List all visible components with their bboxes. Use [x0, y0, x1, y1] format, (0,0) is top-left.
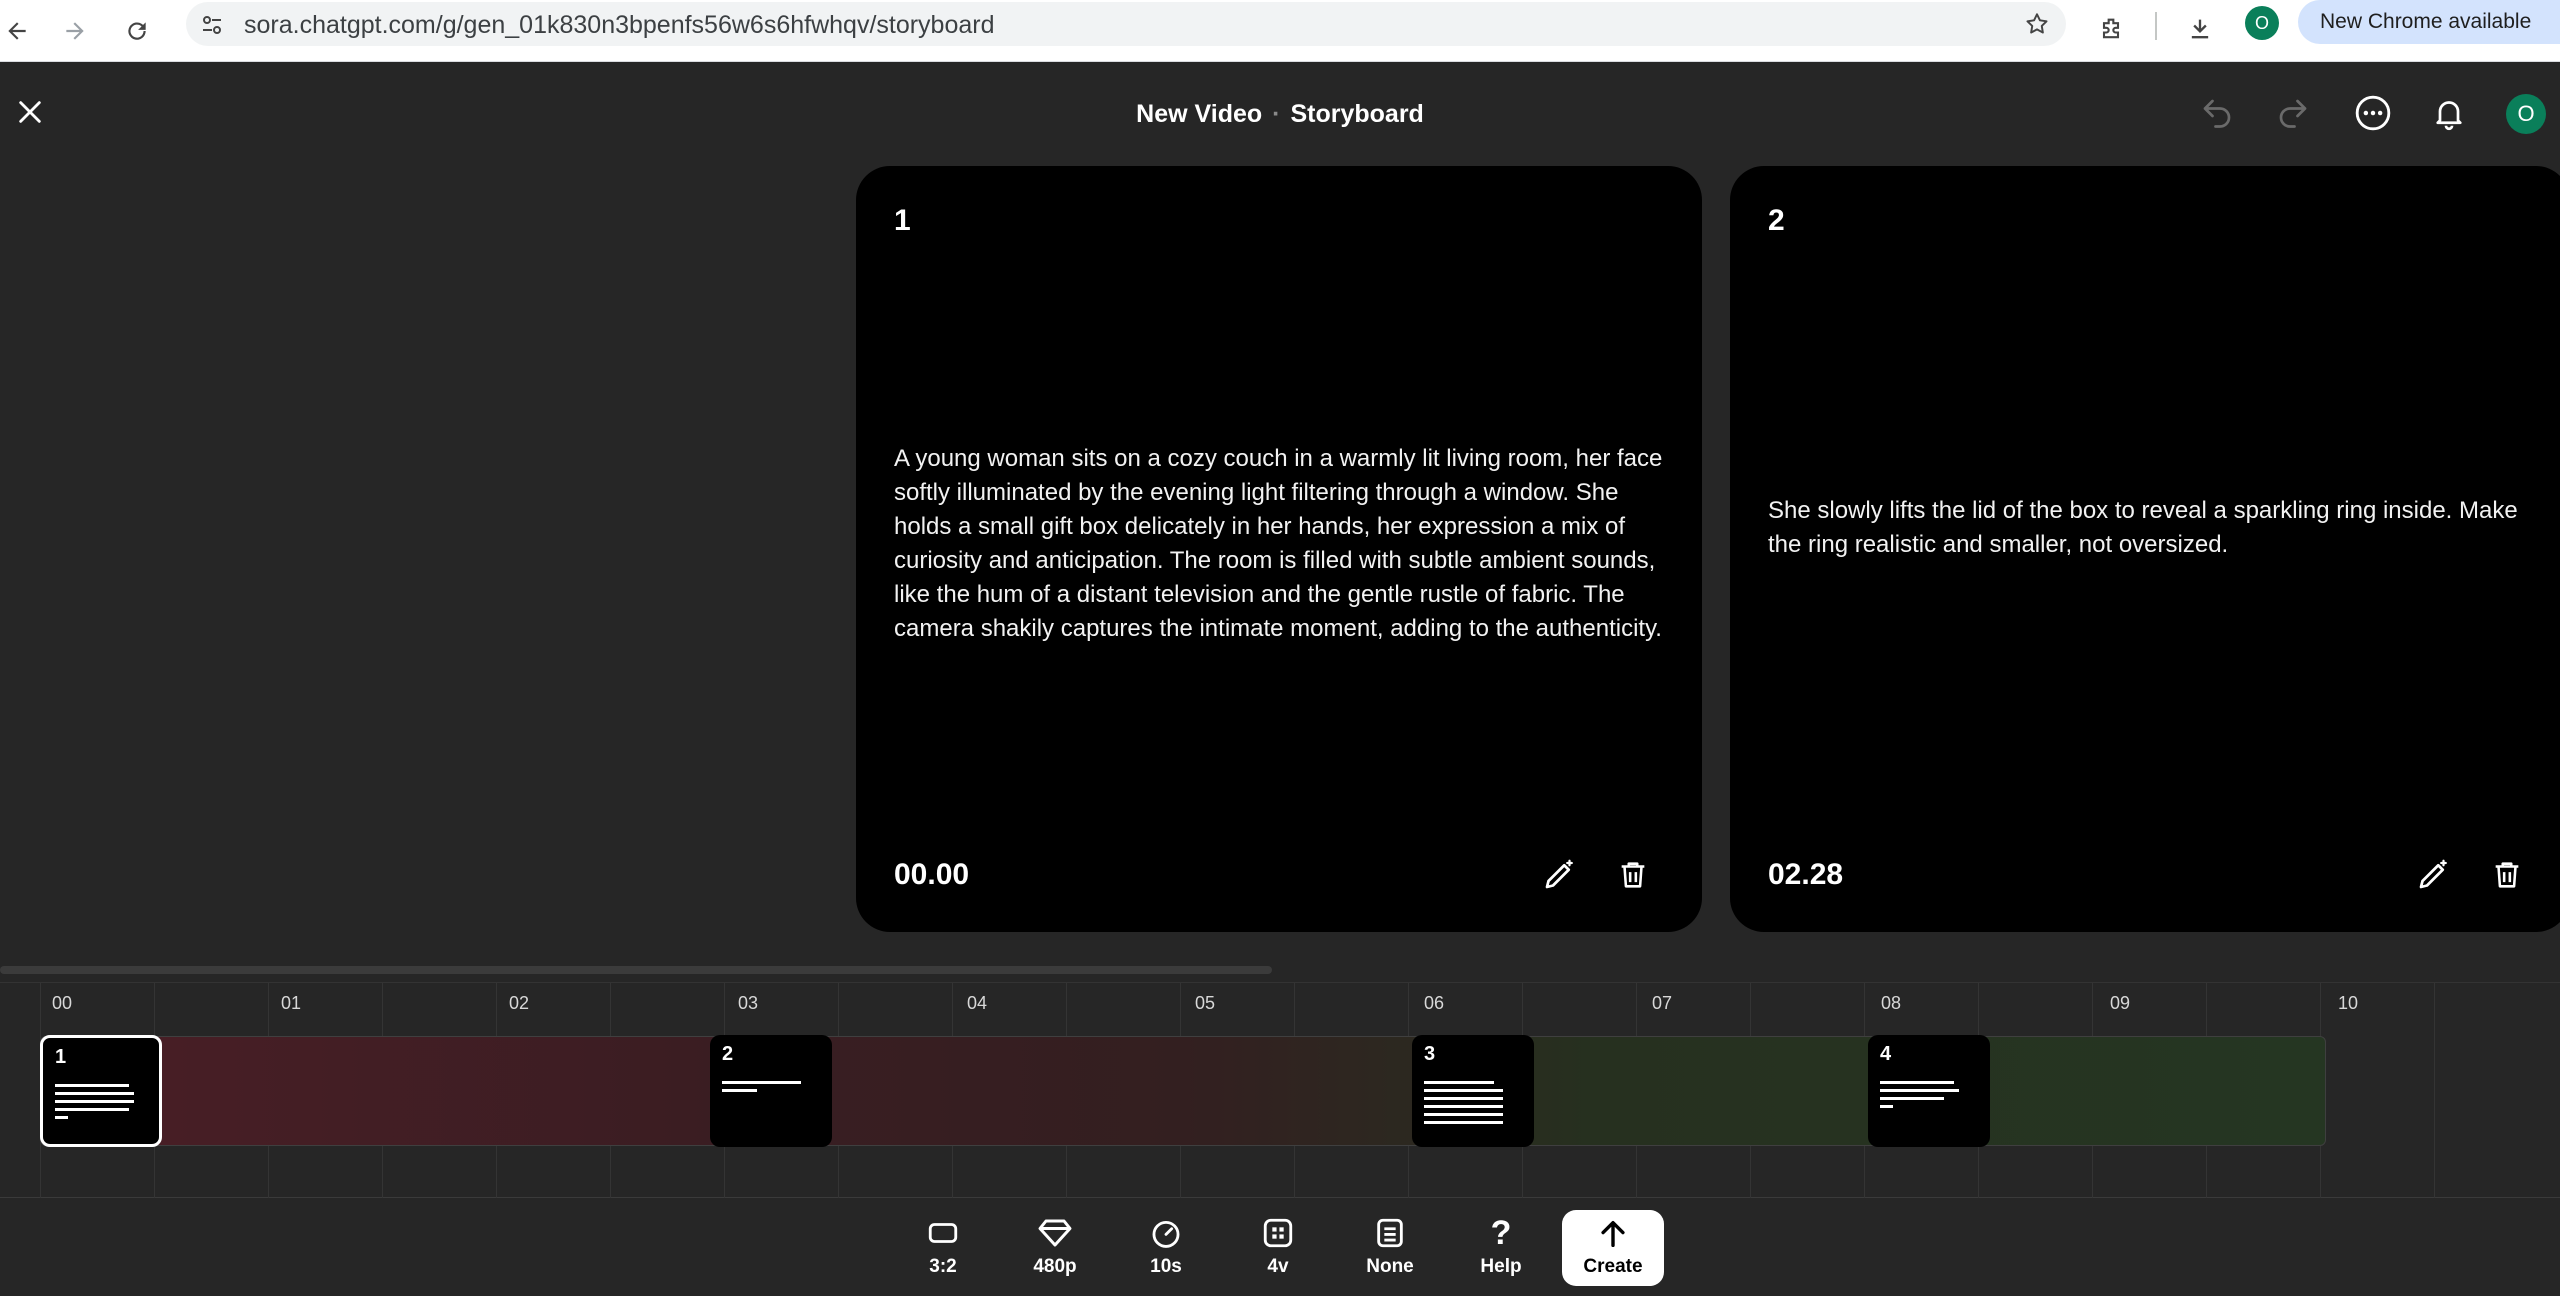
timeline-tick-label: 05: [1195, 993, 1216, 1013]
arrow-right-icon: [66, 22, 84, 40]
download-icon: [2191, 19, 2209, 39]
clip-text-preview: [722, 1081, 814, 1097]
delete-card-button[interactable]: [2484, 852, 2530, 898]
title-separator: ·: [1272, 100, 1281, 128]
card-number: 1: [894, 204, 911, 237]
clip-number: 1: [55, 1046, 67, 1068]
edit-card-button[interactable]: [2410, 852, 2456, 898]
timeline[interactable]: 00 01 02 03 04 05 06 07 08 09 10 1 2 3 4: [0, 982, 2560, 1199]
question-mark-icon: ?: [1490, 1213, 1512, 1252]
user-avatar[interactable]: O: [2506, 94, 2546, 134]
composer-toolbar: 3:2 480p 10s 4v None ? Help Create: [0, 1198, 2560, 1296]
more-horizontal-icon: [2355, 95, 2391, 131]
edit-card-button[interactable]: [1536, 852, 1582, 898]
toolbar-divider: [2155, 12, 2157, 40]
undo-icon: [2203, 99, 2231, 128]
aspect-ratio-icon: [926, 1212, 960, 1254]
timeline-gridline: [2434, 983, 2435, 1199]
arrow-left-icon: [8, 22, 26, 40]
card-number: 2: [1768, 204, 1785, 237]
undo-button[interactable]: [2194, 90, 2240, 136]
clip-text-preview: [1880, 1081, 1972, 1113]
timeline-tick-label: 00: [52, 993, 73, 1013]
preset-button[interactable]: None: [1340, 1212, 1440, 1290]
clip-text-preview: [55, 1084, 147, 1124]
clip-number: 4: [1880, 1043, 1892, 1065]
grid-icon: [1261, 1212, 1295, 1254]
arrow-up-icon: [1596, 1212, 1630, 1256]
variations-label: 4v: [1267, 1256, 1289, 1277]
redo-icon: [2279, 99, 2307, 128]
pencil-sparkle-icon: [1545, 859, 1573, 889]
diamond-icon: [1037, 1212, 1073, 1254]
bell-icon: [2436, 101, 2462, 131]
help-label: Help: [1480, 1256, 1522, 1277]
site-settings-icon[interactable]: [200, 13, 224, 37]
timeline-clip-4[interactable]: 4: [1868, 1035, 1990, 1147]
timeline-tick-label: 10: [2338, 993, 2359, 1013]
notifications-button[interactable]: [2426, 90, 2472, 136]
url-text[interactable]: sora.chatgpt.com/g/gen_01k830n3bpenfs56w…: [244, 11, 995, 40]
help-button[interactable]: ? Help: [1451, 1212, 1551, 1290]
forward-button[interactable]: [52, 8, 98, 54]
timeline-tick-label: 06: [1424, 993, 1445, 1013]
card-prompt[interactable]: She slowly lifts the lid of the box to r…: [1768, 494, 2526, 562]
clip-number: 3: [1424, 1043, 1436, 1065]
pencil-sparkle-icon: [2419, 859, 2447, 889]
view-name: Storyboard: [1290, 100, 1424, 128]
create-label: Create: [1583, 1256, 1643, 1277]
browser-toolbar: sora.chatgpt.com/g/gen_01k830n3bpenfs56w…: [0, 0, 2560, 62]
extensions-button[interactable]: [2088, 6, 2134, 52]
address-bar[interactable]: sora.chatgpt.com/g/gen_01k830n3bpenfs56w…: [186, 2, 2066, 46]
document-icon: [1373, 1212, 1407, 1254]
preset-label: None: [1366, 1256, 1414, 1277]
puzzle-icon: [2102, 18, 2120, 39]
trash-icon: [1621, 862, 1645, 888]
clip-text-preview: [1424, 1081, 1516, 1129]
horizontal-scrollbar[interactable]: [0, 966, 1272, 974]
variations-button[interactable]: 4v: [1228, 1212, 1328, 1290]
resolution-label: 480p: [1033, 1256, 1077, 1277]
timeline-tick-label: 01: [281, 993, 302, 1013]
card-timestamp: 00.00: [894, 858, 970, 891]
duration-label: 10s: [1150, 1256, 1182, 1277]
downloads-button[interactable]: [2177, 6, 2223, 52]
card-timestamp: 02.28: [1768, 858, 1844, 891]
trash-icon: [2495, 862, 2519, 888]
storyboard-card-2[interactable]: 2 She slowly lifts the lid of the box to…: [1730, 166, 2560, 932]
page-title: New Video · Storyboard: [0, 100, 2560, 129]
storyboard-card-1[interactable]: 1 A young woman sits on a cozy couch in …: [856, 166, 1702, 932]
aspect-ratio-label: 3:2: [929, 1256, 957, 1277]
timeline-tick-label: 08: [1881, 993, 1902, 1013]
more-options-button[interactable]: [2350, 90, 2396, 136]
stopwatch-icon: [1149, 1212, 1183, 1254]
new-chrome-available-button[interactable]: New Chrome available: [2298, 0, 2560, 44]
timeline-tick-label: 03: [738, 993, 759, 1013]
app-header: New Video · Storyboard O: [0, 62, 2560, 166]
timeline-clip-3[interactable]: 3: [1412, 1035, 1534, 1147]
timeline-clip-1[interactable]: 1: [40, 1035, 162, 1147]
timeline-tick-label: 07: [1652, 993, 1673, 1013]
video-title: New Video: [1136, 100, 1263, 128]
timeline-clip-2[interactable]: 2: [710, 1035, 832, 1147]
reload-icon: [128, 22, 146, 40]
card-prompt[interactable]: A young woman sits on a cozy couch in a …: [894, 442, 1664, 646]
timeline-tick-label: 04: [967, 993, 988, 1013]
delete-card-button[interactable]: [1610, 852, 1656, 898]
timeline-tick-label: 09: [2110, 993, 2131, 1013]
timeline-tick-label: 02: [509, 993, 530, 1013]
resolution-button[interactable]: 480p: [1005, 1212, 1105, 1290]
back-button[interactable]: [0, 8, 40, 54]
create-button[interactable]: Create: [1562, 1210, 1664, 1286]
bookmark-star-icon[interactable]: [2024, 11, 2050, 37]
browser-profile-avatar[interactable]: O: [2245, 6, 2279, 40]
clip-number: 2: [722, 1043, 734, 1065]
aspect-ratio-button[interactable]: 3:2: [893, 1212, 993, 1290]
reload-button[interactable]: [114, 8, 160, 54]
redo-button[interactable]: [2270, 90, 2316, 136]
duration-button[interactable]: 10s: [1116, 1212, 1216, 1290]
